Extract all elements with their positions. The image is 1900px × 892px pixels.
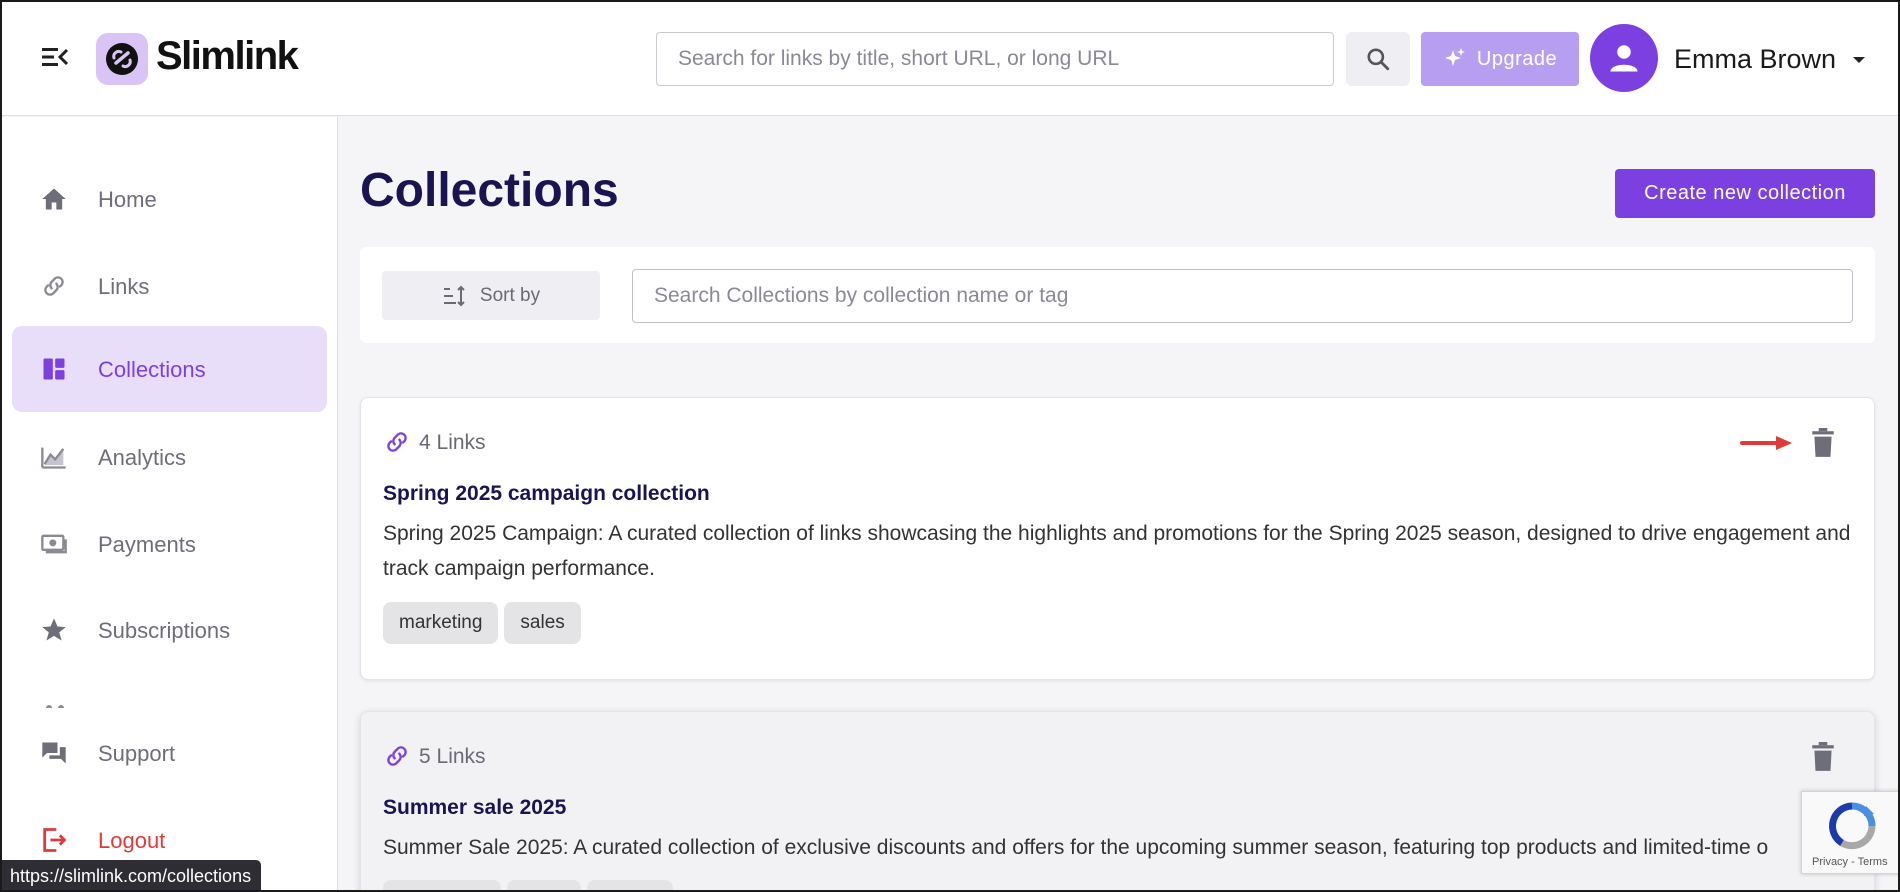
user-icon — [1610, 45, 1638, 72]
global-search-input[interactable] — [656, 32, 1334, 86]
sidebar-item-subscriptions[interactable]: Subscriptions — [12, 587, 327, 673]
collections-icon — [43, 358, 65, 380]
recaptcha-icon — [1829, 802, 1876, 850]
partial-nav-icon — [46, 705, 64, 708]
link-count: 4 Links — [419, 431, 486, 454]
analytics-icon — [41, 447, 66, 469]
sort-label: Sort by — [479, 284, 541, 306]
sidebar-item-label: Support — [98, 741, 176, 766]
sort-button[interactable]: Sort by — [382, 271, 600, 320]
upgrade-label: Upgrade — [1476, 47, 1558, 70]
logo-icon[interactable] — [96, 33, 148, 85]
tag-chip[interactable] — [587, 880, 673, 892]
menu-collapse-icon[interactable] — [40, 45, 70, 69]
sidebar-item-analytics[interactable]: Analytics — [12, 414, 327, 500]
link-icon — [44, 276, 64, 296]
collection-card[interactable]: 5 Links Summer sale 2025 Summer Sale 202… — [360, 711, 1875, 892]
link-icon — [387, 432, 407, 452]
sidebar-item-home[interactable]: Home — [12, 156, 327, 242]
page-title: Collections — [360, 164, 619, 217]
link-icon — [387, 746, 407, 766]
collection-card[interactable]: 4 Links Spring 2025 campaign collection … — [360, 397, 1875, 680]
tag-list — [383, 880, 673, 892]
sidebar-item-label: Links — [98, 274, 150, 299]
create-collection-button[interactable]: Create new collection — [1615, 169, 1875, 218]
chat-icon — [42, 742, 66, 764]
collection-search-input[interactable] — [632, 269, 1853, 323]
tag-chip[interactable] — [383, 880, 501, 892]
top-header: Slimlink Upgrade Emma Brown — [0, 0, 1900, 116]
tag-chip[interactable]: marketing — [383, 602, 499, 644]
sidebar-item-label: Collections — [98, 357, 206, 382]
trash-icon[interactable] — [1810, 428, 1836, 458]
sidebar-item-label: Payments — [98, 532, 196, 557]
star-icon — [42, 618, 66, 641]
search-button[interactable] — [1346, 32, 1410, 86]
sidebar-item-label: Analytics — [98, 445, 187, 470]
sort-icon — [443, 285, 465, 306]
sidebar-item-label: Subscriptions — [98, 618, 231, 643]
recaptcha-links[interactable]: Privacy - Terms — [1812, 856, 1888, 868]
sidebar-item-label: Logout — [98, 828, 166, 853]
app-logo-text[interactable]: Slimlink — [156, 34, 299, 79]
search-icon — [1367, 48, 1390, 71]
arrow-right-icon — [1740, 436, 1792, 450]
sidebar-item-label: Home — [98, 187, 157, 212]
trash-icon[interactable] — [1810, 742, 1836, 772]
collection-title[interactable]: Spring 2025 campaign collection — [383, 482, 710, 506]
tag-chip[interactable]: sales — [504, 602, 581, 644]
sidebar: Home Links Collections Analytics Payment… — [0, 117, 338, 892]
logout-icon — [43, 828, 67, 852]
link-count: 5 Links — [419, 745, 486, 768]
payments-icon — [41, 534, 67, 554]
avatar[interactable] — [1590, 24, 1658, 92]
upgrade-button[interactable]: Upgrade — [1421, 32, 1579, 86]
filter-bar: Sort by — [360, 247, 1875, 343]
sidebar-item-support[interactable]: Support — [12, 710, 327, 796]
sparkle-icon — [1444, 48, 1465, 66]
recaptcha-badge[interactable]: Privacy - Terms — [1801, 791, 1900, 874]
sidebar-item-collections[interactable]: Collections — [12, 326, 327, 412]
tag-list: marketing sales — [383, 602, 581, 644]
tag-chip[interactable] — [507, 880, 581, 892]
collection-description: Summer Sale 2025: A curated collection o… — [383, 836, 1769, 859]
sidebar-item-links[interactable]: Links — [12, 243, 327, 329]
chevron-down-icon[interactable] — [1852, 55, 1866, 65]
sidebar-item-payments[interactable]: Payments — [12, 501, 327, 587]
status-bar-url: https://slimlink.com/collections — [0, 860, 262, 892]
collection-description: Spring 2025 Campaign: A curated collecti… — [383, 522, 1851, 580]
home-icon — [42, 188, 66, 210]
collection-title[interactable]: Summer sale 2025 — [383, 796, 566, 820]
user-name[interactable]: Emma Brown — [1674, 44, 1836, 75]
